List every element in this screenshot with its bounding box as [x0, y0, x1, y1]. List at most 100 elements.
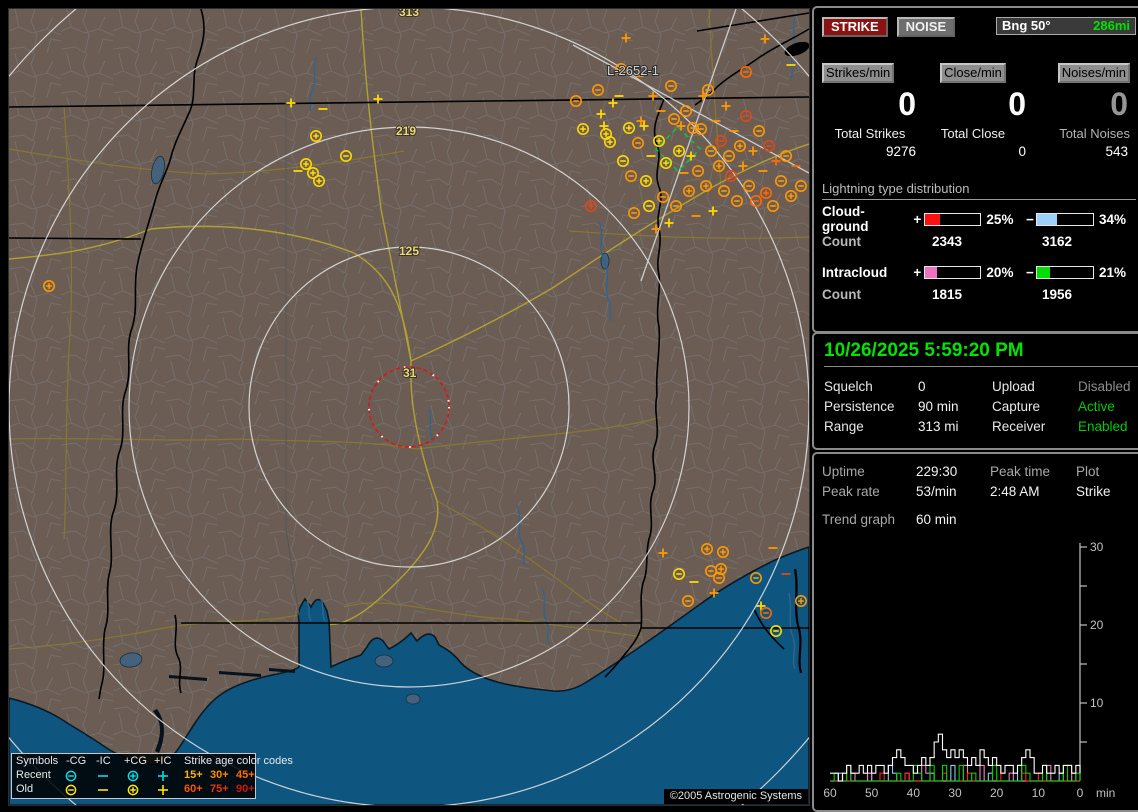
peak-time-label: Peak time — [990, 464, 1051, 479]
receiver-label: Receiver — [992, 419, 1046, 434]
app-window: 313 219 125 31 L-2652-1 Symbols -CG -IC +CG … — [0, 0, 1138, 812]
svg-text:10: 10 — [1032, 786, 1046, 800]
bearing-readout: Bng 50° 286mi — [996, 17, 1136, 35]
intracloud-counts: Count 1815 1956 — [822, 287, 1136, 302]
status-panel: 10/26/2025 5:59:20 PM Squelch 0 Upload D… — [812, 332, 1138, 450]
ring-distance-label: 313 — [399, 9, 419, 19]
peak-time-value: 2:48 AM — [990, 484, 1040, 499]
trend-panel: Uptime 229:30 Peak time Plot Peak rate 5… — [812, 452, 1138, 812]
age-code-75+: 75+ — [210, 783, 229, 795]
close-per-min-value: 0 — [1008, 86, 1026, 122]
range-value: 313 mi — [918, 419, 959, 434]
uptime-label: Uptime — [822, 464, 865, 479]
peak-rate-value: 53/min — [916, 484, 957, 499]
total-noises-label: Total Noises — [1059, 126, 1130, 141]
peak-rate-label: Peak rate — [822, 484, 880, 499]
total-strikes-value: 9276 — [885, 144, 916, 159]
minus-sign: − — [1025, 211, 1034, 227]
cg-pos-pct: 25% — [986, 211, 1014, 227]
total-strikes-label: Total Strikes — [834, 126, 906, 141]
ic-neg-count: 1956 — [1042, 287, 1073, 302]
cg-neg-bar — [1036, 212, 1094, 226]
total-close-value: 0 — [1018, 144, 1026, 159]
lightning-map[interactable]: 313 219 125 31 L-2652-1 Symbols -CG -IC +CG … — [8, 8, 810, 806]
noises-counter: Noises/min 0 Total Noises 543 — [1028, 63, 1130, 159]
cg-pos-icon — [127, 770, 139, 782]
cg-neg-pct: 34% — [1098, 211, 1127, 227]
strikes-per-min-button[interactable]: Strikes/min — [822, 63, 895, 83]
svg-text:min: min — [1096, 786, 1115, 800]
legend-col-ic-neg: -IC — [96, 755, 111, 767]
ic-pos-pct: 20% — [986, 264, 1014, 280]
close-per-min-button[interactable]: Close/min — [940, 63, 1006, 83]
svg-text:30: 30 — [948, 786, 962, 800]
ring-distance-label: 125 — [399, 244, 419, 258]
ic-neg-bar — [1036, 265, 1094, 279]
ic-pos-icon — [158, 785, 168, 795]
noise-button[interactable]: NOISE — [896, 17, 956, 37]
stats-panel: STRIKE NOISE Bng 50° 286mi Strikes/min 0… — [812, 6, 1138, 333]
cg-pos-count: 2343 — [932, 234, 963, 249]
uptime-value: 229:30 — [916, 464, 958, 479]
svg-text:20: 20 — [990, 786, 1004, 800]
cg-neg-icon — [65, 784, 77, 796]
age-code-90+: 90+ — [236, 783, 255, 795]
intracloud-label: Intracloud — [822, 264, 888, 280]
trend-graph-label: Trend graph — [822, 512, 896, 527]
legend-symbols-title: Symbols — [16, 755, 59, 767]
svg-text:0: 0 — [1077, 786, 1084, 800]
strike-button[interactable]: STRIKE — [822, 17, 888, 37]
cg-pos-bar — [923, 212, 982, 226]
plot-label: Plot — [1076, 464, 1100, 479]
strikes-counter: Strikes/min 0 Total Strikes 9276 — [822, 63, 918, 159]
ic-neg-icon — [98, 775, 108, 777]
plus-sign: + — [913, 211, 922, 227]
squelch-label: Squelch — [824, 379, 873, 394]
capture-status: Active — [1078, 399, 1115, 414]
plus-sign: + — [913, 264, 922, 280]
strikes-per-min-value: 0 — [898, 86, 916, 122]
svg-text:60: 60 — [823, 786, 837, 800]
bearing-distance: 286mi — [1093, 18, 1130, 33]
legend-age-title: Strike age color codes — [184, 755, 293, 767]
ic-neg-pct: 21% — [1098, 264, 1127, 280]
total-close-label: Total Close — [940, 126, 1006, 141]
close-counter: Close/min 0 Total Close 0 — [918, 63, 1028, 159]
legend-col-cg-pos: +CG — [124, 755, 147, 767]
total-noises-value: 543 — [1105, 144, 1128, 159]
intracloud-row: Intracloud + 20% − 21% — [822, 263, 1136, 281]
legend-col-cg-neg: -CG — [66, 755, 87, 767]
receiver-status: Enabled — [1078, 419, 1128, 434]
squelch-value: 0 — [918, 379, 926, 394]
legend-col-ic-pos: +IC — [154, 755, 172, 767]
svg-text:40: 40 — [907, 786, 921, 800]
svg-text:50: 50 — [865, 786, 879, 800]
range-label: Range — [824, 419, 864, 434]
capture-label: Capture — [992, 399, 1041, 414]
map-canvas[interactable]: 313 219 125 31 L-2652-1 — [9, 9, 809, 805]
trend-graph: 10 20 30 60 50 40 30 20 10 0 min — [823, 540, 1115, 800]
count-label: Count — [822, 287, 861, 302]
svg-text:30: 30 — [1090, 540, 1104, 554]
trend-graph-window: 60 min — [916, 512, 957, 527]
datetime-display: 10/26/2025 5:59:20 PM — [824, 340, 1138, 367]
cg-pos-icon — [127, 784, 139, 796]
upload-status: Disabled — [1078, 379, 1131, 394]
count-label: Count — [822, 234, 861, 249]
cloud-ground-row: Cloud-ground + 25% − 34% — [822, 204, 1136, 234]
legend-row-label: Recent — [16, 769, 51, 781]
age-code-45+: 45+ — [236, 769, 255, 781]
age-code-60+: 60+ — [184, 783, 203, 795]
cloud-ground-counts: Count 2343 3162 — [822, 234, 1136, 249]
legend-row-label: Old — [16, 783, 34, 795]
distribution-title: Lightning type distribution — [822, 181, 1136, 200]
ic-pos-count: 1815 — [932, 287, 963, 302]
persistence-value: 90 min — [918, 399, 959, 414]
cg-neg-count: 3162 — [1042, 234, 1073, 249]
noises-per-min-value: 0 — [1110, 86, 1128, 122]
ic-neg-icon — [98, 789, 108, 791]
age-code-15+: 15+ — [184, 769, 203, 781]
svg-text:20: 20 — [1090, 618, 1104, 632]
noises-per-min-button[interactable]: Noises/min — [1057, 63, 1130, 83]
ic-pos-bar — [923, 265, 982, 279]
